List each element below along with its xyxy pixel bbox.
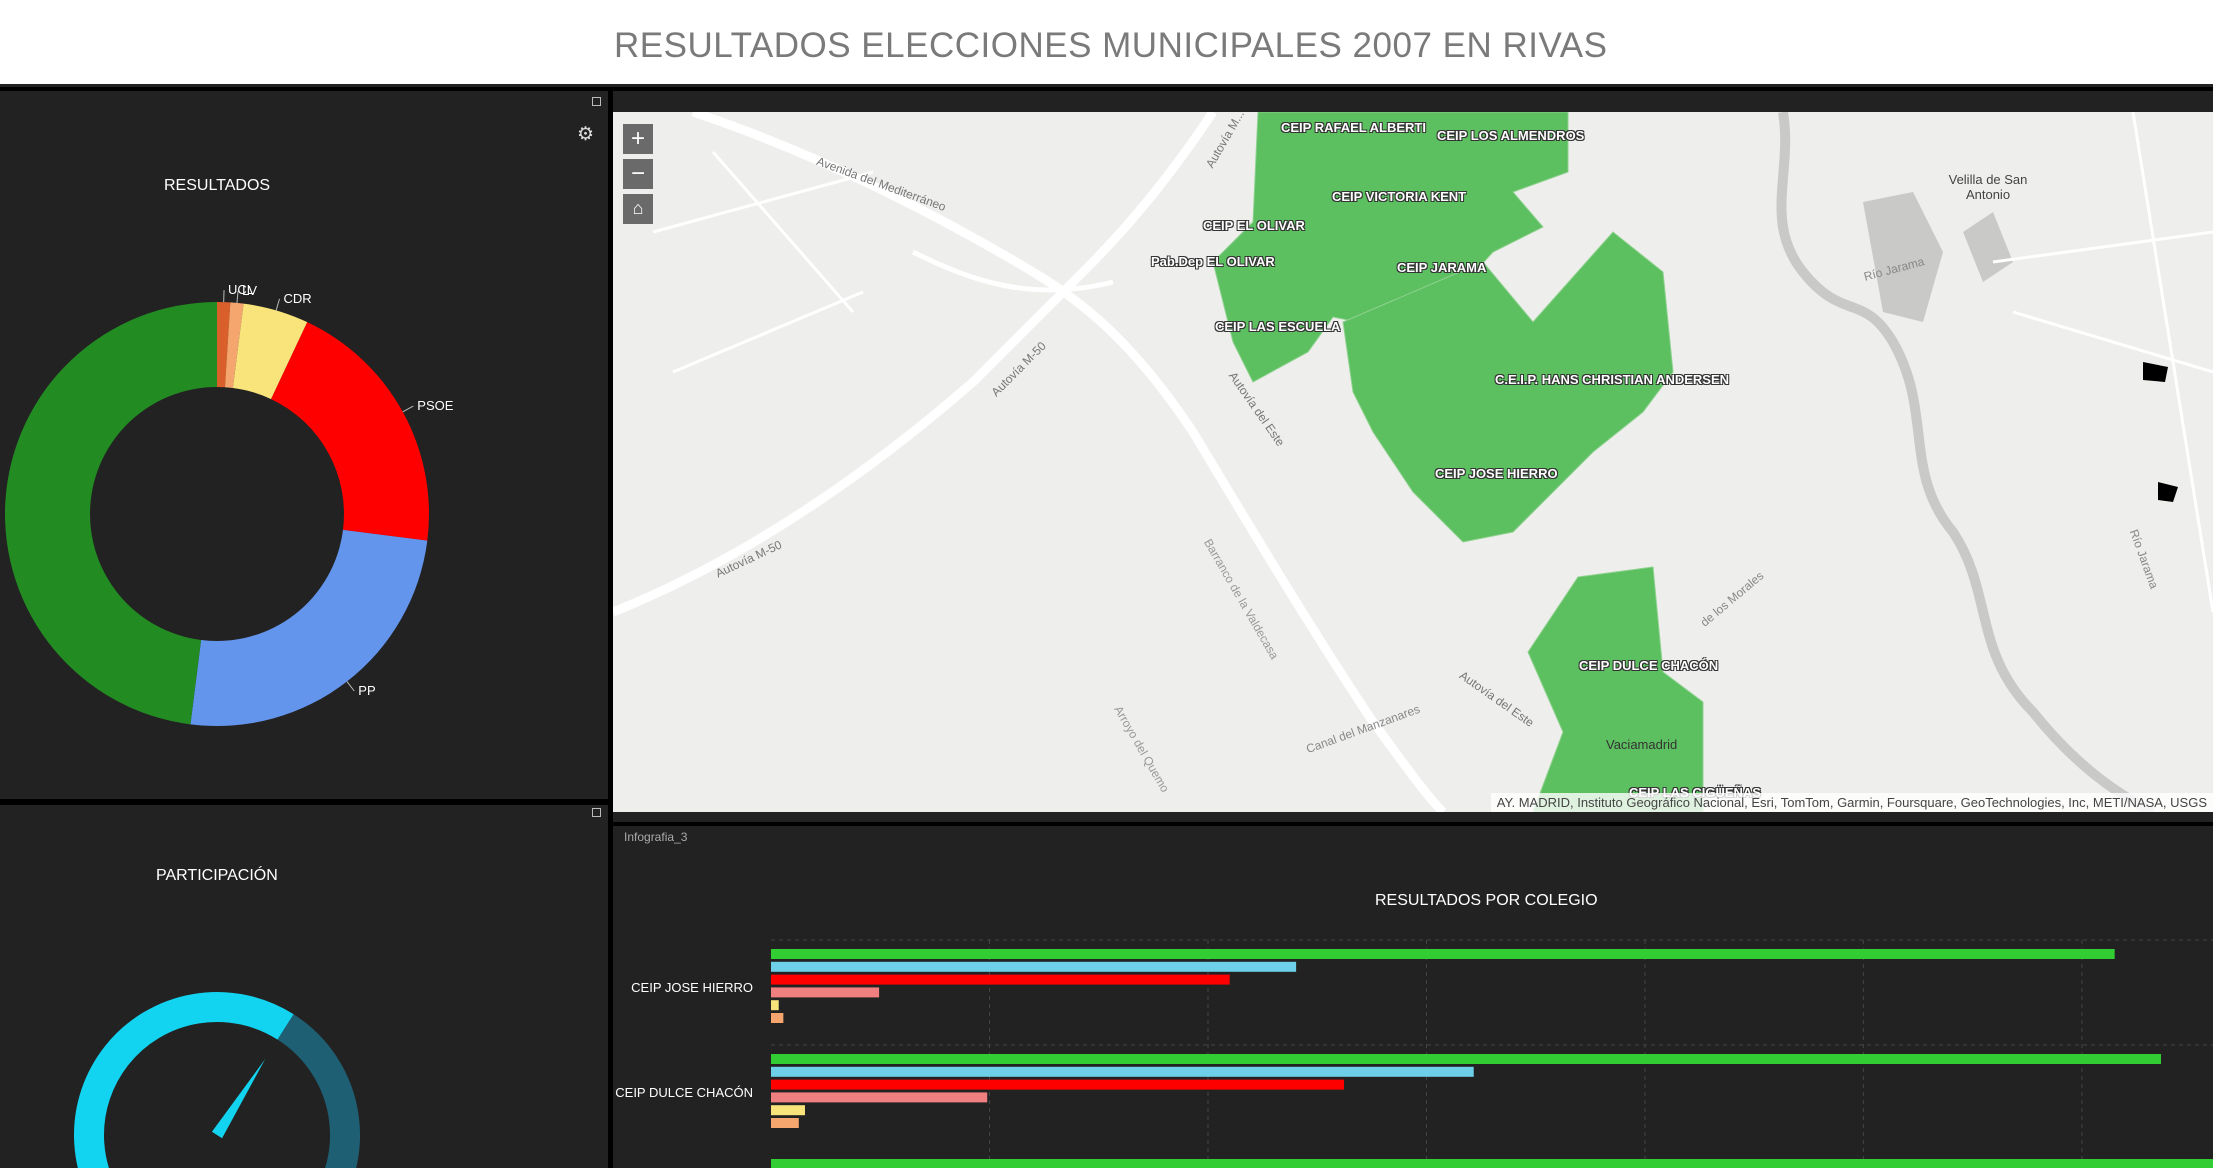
home-button[interactable]: ⌂: [623, 194, 653, 224]
highway-m50: [613, 268, 1087, 617]
bars-panel: Infografia_3 RESULTADOS POR COLEGIO CEIP…: [613, 826, 2213, 1168]
town-label: Velilla de San Antonio: [1948, 172, 2028, 202]
lagoon: [1863, 192, 1943, 322]
map-label: CEIP DULCE CHACÓN: [1579, 658, 1719, 673]
bar[interactable]: [771, 1159, 2213, 1168]
bar[interactable]: [771, 1013, 784, 1023]
bar[interactable]: [771, 1066, 1474, 1077]
bar[interactable]: [771, 1105, 805, 1116]
district-small: [2143, 362, 2168, 382]
streets: [652, 151, 874, 374]
donut-leader-line: [346, 681, 355, 692]
bar[interactable]: [771, 1079, 1344, 1090]
zoom-in-button[interactable]: +: [623, 124, 653, 154]
donut-slice-label: LV: [242, 283, 257, 298]
bar[interactable]: [771, 949, 2115, 959]
map-label: C.E.I.P. HANS CHRISTIAN ANDERSEN: [1495, 372, 1730, 387]
map-label: Pab.Dep EL OLIVAR: [1151, 254, 1275, 269]
bar[interactable]: [771, 961, 1297, 972]
map-label: CEIP JARAMA: [1397, 260, 1487, 275]
bar[interactable]: [771, 1054, 2161, 1064]
gauge-needle: [211, 1059, 266, 1139]
dashboard-header: RESULTADOS ELECCIONES MUNICIPALES 2007 E…: [0, 0, 2213, 87]
map-label: CEIP JOSE HIERRO: [1435, 466, 1558, 481]
map-label: CEIP EL OLIVAR: [1203, 218, 1305, 233]
bar[interactable]: [771, 1000, 779, 1011]
bar[interactable]: [771, 1092, 988, 1103]
results-panel: ⚙ RESULTADOS UCL LV CDR PSOE PP: [0, 91, 608, 799]
home-icon: ⌂: [632, 198, 644, 218]
map-panel: + − ⌂ CEIP RAFAEL ALBERTI CEIP LOS ALMEN…: [613, 91, 2213, 822]
donut-slice-label: PP: [358, 683, 375, 698]
map-attribution: AY. MADRID, Instituto Geográfico Naciona…: [1490, 793, 2213, 812]
zoom-out-button[interactable]: −: [623, 159, 653, 189]
results-donut-chart: UCLLVCDRPSOEPP: [4, 282, 454, 726]
district-dulce-chacon: [1527, 566, 1704, 812]
page-title: RESULTADOS ELECCIONES MUNICIPALES 2007 E…: [614, 26, 1608, 65]
lagoon: [1963, 212, 2013, 282]
donut-slice[interactable]: [190, 529, 428, 726]
map-label: Vaciamadrid: [1606, 737, 1678, 752]
donut-leader-line: [402, 405, 414, 413]
participation-panel: PARTICIPACIÓN: [0, 805, 608, 1168]
map-label: CEIP LOS ALMENDROS: [1437, 128, 1585, 143]
gauge-track-arc: [277, 1014, 360, 1168]
bar[interactable]: [771, 1118, 799, 1128]
map-view[interactable]: + − ⌂ CEIP RAFAEL ALBERTI CEIP LOS ALMEN…: [613, 112, 2213, 812]
bar[interactable]: [771, 987, 880, 998]
bar[interactable]: [771, 974, 1230, 985]
highway-m50-north: [1079, 112, 1217, 276]
donut-slice[interactable]: [271, 322, 429, 541]
map-label: CEIP VICTORIA KENT: [1332, 189, 1467, 204]
map-label: CEIP RAFAEL ALBERTI: [1281, 120, 1426, 135]
district-small: [2158, 482, 2178, 502]
river-jarama: [1776, 112, 2156, 812]
participation-gauge: [74, 992, 360, 1168]
map-label: CEIP LAS ESCUELA: [1215, 319, 1341, 334]
donut-slice-label: CDR: [283, 291, 311, 306]
donut-slice-label: PSOE: [417, 398, 453, 413]
donut-slice[interactable]: [4, 302, 217, 725]
results-bar-chart: [771, 939, 2213, 1168]
gauge-fill-arc: [74, 992, 294, 1168]
donut-leader-line: [275, 298, 280, 311]
